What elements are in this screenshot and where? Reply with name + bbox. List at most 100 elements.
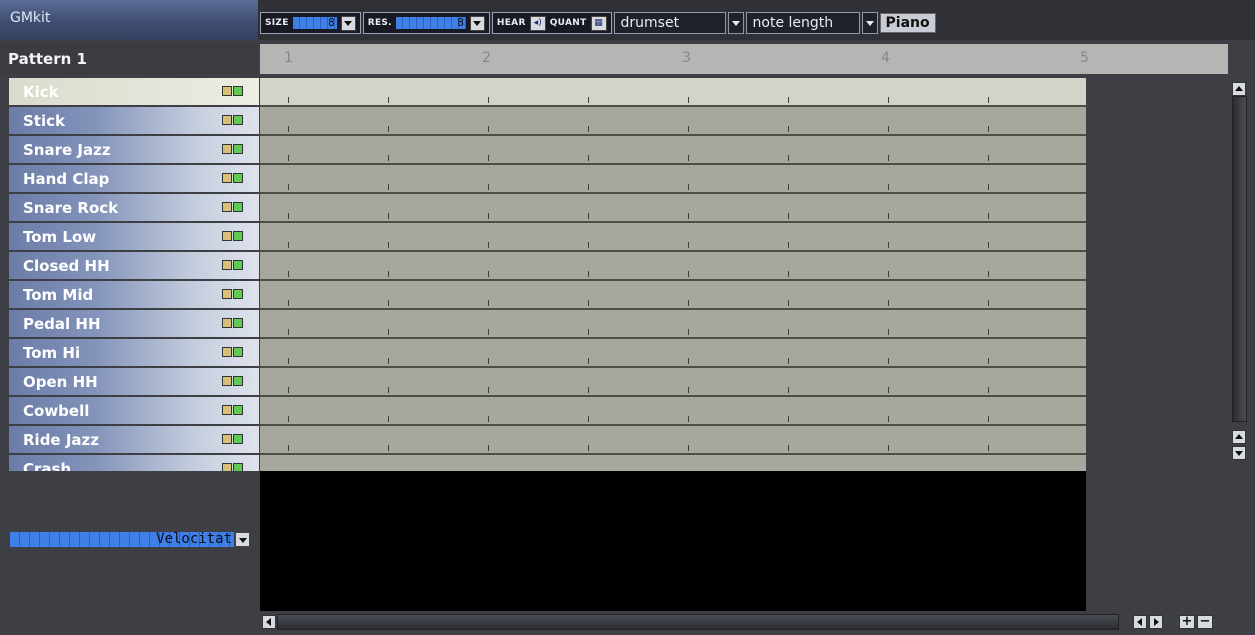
grid-tick <box>288 300 289 306</box>
instrument-row[interactable]: Open HH <box>9 368 259 395</box>
solo-toggle-icon[interactable] <box>233 318 243 328</box>
velocity-scroll-down-icon[interactable] <box>1232 446 1246 460</box>
solo-toggle-icon[interactable] <box>233 144 243 154</box>
instrument-row[interactable]: Hand Clap <box>9 165 259 192</box>
grid-tick <box>988 213 989 219</box>
scroll-right-icon[interactable] <box>1149 615 1163 629</box>
mute-toggle-icon[interactable] <box>222 289 232 299</box>
solo-toggle-icon[interactable] <box>233 260 243 270</box>
solo-toggle-icon[interactable] <box>233 405 243 415</box>
size-label: SIZE <box>265 18 289 28</box>
instrument-row[interactable]: Snare Jazz <box>9 136 259 163</box>
speaker-icon[interactable]: ◂) <box>529 15 546 31</box>
solo-toggle-icon[interactable] <box>233 376 243 386</box>
size-value[interactable]: 8 <box>292 17 337 29</box>
instrument-row[interactable]: Stick <box>9 107 259 134</box>
instrument-name: Crash <box>23 460 72 471</box>
solo-toggle-icon[interactable] <box>233 202 243 212</box>
grid-tick <box>288 358 289 364</box>
instrument-row[interactable]: Snare Rock <box>9 194 259 221</box>
instrument-row[interactable]: Tom Low <box>9 223 259 250</box>
instrument-combo[interactable]: drumset <box>613 12 726 34</box>
grid-tick <box>288 155 289 161</box>
instrument-name: Pedal HH <box>23 315 101 333</box>
mute-toggle-icon[interactable] <box>222 376 232 386</box>
grid-row[interactable] <box>260 165 1086 194</box>
instrument-combo-dropdown-icon[interactable] <box>727 12 744 34</box>
grid-tick <box>988 445 989 451</box>
grid-tick <box>288 271 289 277</box>
grid-row[interactable] <box>260 455 1086 471</box>
grid-icon[interactable]: ▦ <box>590 15 607 31</box>
instrument-name: Open HH <box>23 373 98 391</box>
grid-row[interactable] <box>260 78 1086 107</box>
velocity-dropdown-icon[interactable] <box>235 532 250 547</box>
grid-row[interactable] <box>260 397 1086 426</box>
grid-tick <box>588 242 589 248</box>
scroll-up-icon[interactable] <box>1232 82 1246 96</box>
mute-toggle-icon[interactable] <box>222 405 232 415</box>
grid-row[interactable] <box>260 223 1086 252</box>
beat-ruler[interactable]: 1 2 3 4 5 <box>260 44 1228 74</box>
mute-toggle-icon[interactable] <box>222 86 232 96</box>
view-combo-dropdown-icon[interactable] <box>861 12 878 34</box>
instrument-row[interactable]: Crash <box>9 455 259 471</box>
grid-tick <box>588 416 589 422</box>
velocity-property-select[interactable]: Velocitat <box>10 532 234 547</box>
solo-toggle-icon[interactable] <box>233 231 243 241</box>
vertical-scroll-thumb[interactable] <box>1232 96 1247 422</box>
solo-toggle-icon[interactable] <box>233 347 243 357</box>
grid-row[interactable] <box>260 252 1086 281</box>
grid-tick <box>888 126 889 132</box>
grid-tick <box>488 271 489 277</box>
mute-toggle-icon[interactable] <box>222 202 232 212</box>
grid-row[interactable] <box>260 368 1086 397</box>
mute-toggle-icon[interactable] <box>222 173 232 183</box>
instrument-row[interactable]: Kick <box>9 78 259 105</box>
grid-tick <box>888 97 889 103</box>
solo-toggle-icon[interactable] <box>233 115 243 125</box>
mute-toggle-icon[interactable] <box>222 434 232 444</box>
zoom-in-icon[interactable]: + <box>1179 615 1195 629</box>
velocity-editor[interactable] <box>260 471 1086 611</box>
grid-tick <box>788 445 789 451</box>
mute-toggle-icon[interactable] <box>222 318 232 328</box>
grid-tick <box>688 329 689 335</box>
grid-tick <box>388 126 389 132</box>
solo-toggle-icon[interactable] <box>233 86 243 96</box>
solo-toggle-icon[interactable] <box>233 463 243 471</box>
grid-row[interactable] <box>260 426 1086 455</box>
instrument-row[interactable]: Tom Mid <box>9 281 259 308</box>
scroll-left-icon[interactable] <box>262 615 276 629</box>
grid-row[interactable] <box>260 107 1086 136</box>
size-dropdown-icon[interactable] <box>340 15 356 31</box>
instrument-row[interactable]: Tom Hi <box>9 339 259 366</box>
grid-row[interactable] <box>260 194 1086 223</box>
velocity-scroll-up-icon[interactable] <box>1232 430 1246 444</box>
horizontal-scroll-thumb[interactable] <box>277 614 1119 630</box>
instrument-row[interactable]: Pedal HH <box>9 310 259 337</box>
resolution-value[interactable]: 8 <box>395 17 466 29</box>
pattern-grid[interactable] <box>260 78 1086 471</box>
piano-button[interactable]: Piano <box>879 13 936 33</box>
resolution-dropdown-icon[interactable] <box>469 15 485 31</box>
view-combo[interactable]: note length <box>745 12 860 34</box>
scroll-back-icon[interactable] <box>1133 615 1147 629</box>
instrument-row[interactable]: Closed HH <box>9 252 259 279</box>
grid-row[interactable] <box>260 136 1086 165</box>
instrument-row[interactable]: Ride Jazz <box>9 426 259 453</box>
mute-toggle-icon[interactable] <box>222 115 232 125</box>
solo-toggle-icon[interactable] <box>233 289 243 299</box>
mute-toggle-icon[interactable] <box>222 347 232 357</box>
solo-toggle-icon[interactable] <box>233 173 243 183</box>
mute-toggle-icon[interactable] <box>222 260 232 270</box>
grid-row[interactable] <box>260 339 1086 368</box>
solo-toggle-icon[interactable] <box>233 434 243 444</box>
mute-toggle-icon[interactable] <box>222 144 232 154</box>
mute-toggle-icon[interactable] <box>222 231 232 241</box>
instrument-row[interactable]: Cowbell <box>9 397 259 424</box>
grid-row[interactable] <box>260 310 1086 339</box>
grid-row[interactable] <box>260 281 1086 310</box>
zoom-out-icon[interactable]: − <box>1197 615 1213 629</box>
mute-toggle-icon[interactable] <box>222 463 232 471</box>
